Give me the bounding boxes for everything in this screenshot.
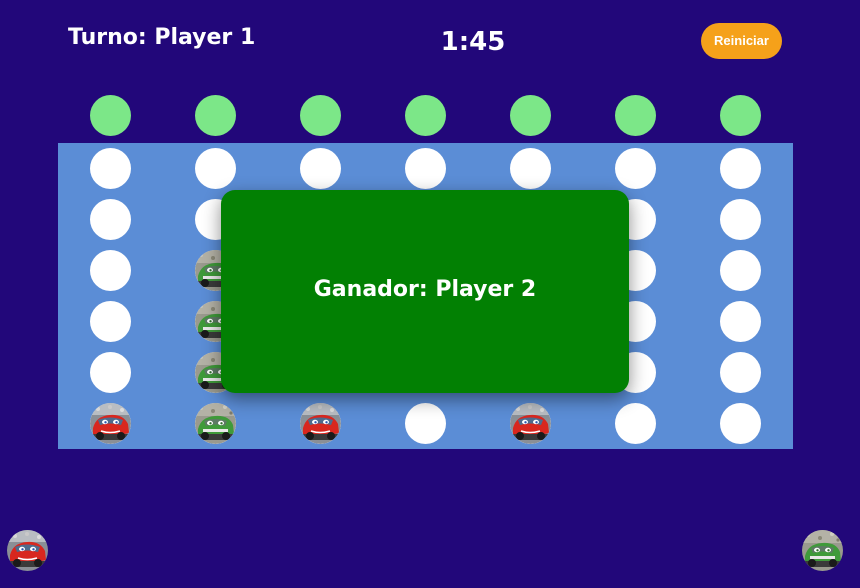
board-cell xyxy=(299,402,341,444)
board-cell xyxy=(89,198,131,240)
column-drop-row xyxy=(0,95,860,137)
board-cell xyxy=(719,351,761,393)
drop-slot-column-3[interactable] xyxy=(299,95,341,136)
board-cell xyxy=(89,402,131,444)
green-car-piece-icon xyxy=(194,402,236,444)
board-cell xyxy=(404,147,446,189)
board-cell xyxy=(719,147,761,189)
red-car-piece-icon xyxy=(509,402,551,444)
board-cell xyxy=(299,147,341,189)
drop-slot-column-1[interactable] xyxy=(89,95,131,136)
drop-slot-column-4[interactable] xyxy=(404,95,446,136)
board-cell xyxy=(719,402,761,444)
board-cell xyxy=(89,351,131,393)
board-cell xyxy=(719,300,761,342)
winner-message: Ganador: Player 2 xyxy=(313,277,537,302)
board-cell xyxy=(194,147,236,189)
player2-token-green-car-icon xyxy=(802,530,843,571)
player1-token-red-car-icon xyxy=(7,530,48,571)
drop-slot-column-2[interactable] xyxy=(194,95,236,136)
game-timer: 1:45 xyxy=(440,27,506,57)
board-cell xyxy=(89,300,131,342)
red-car-piece-icon xyxy=(89,402,131,444)
turn-indicator: Turno: Player 1 xyxy=(68,25,256,50)
drop-slot-column-5[interactable] xyxy=(509,95,551,136)
board-cell xyxy=(89,147,131,189)
drop-slot-column-7[interactable] xyxy=(719,95,761,136)
drop-slot-column-6[interactable] xyxy=(614,95,656,136)
board-cell xyxy=(509,402,551,444)
board-cell xyxy=(509,147,551,189)
red-car-piece-icon xyxy=(299,402,341,444)
board-cell xyxy=(404,402,446,444)
board-cell xyxy=(614,147,656,189)
winner-modal: Ganador: Player 2 xyxy=(221,190,629,393)
board-cell xyxy=(719,198,761,240)
board-cell xyxy=(89,249,131,291)
board-cell xyxy=(719,249,761,291)
board-cell xyxy=(194,402,236,444)
board-cell xyxy=(614,402,656,444)
restart-button[interactable]: Reiniciar xyxy=(701,23,782,59)
